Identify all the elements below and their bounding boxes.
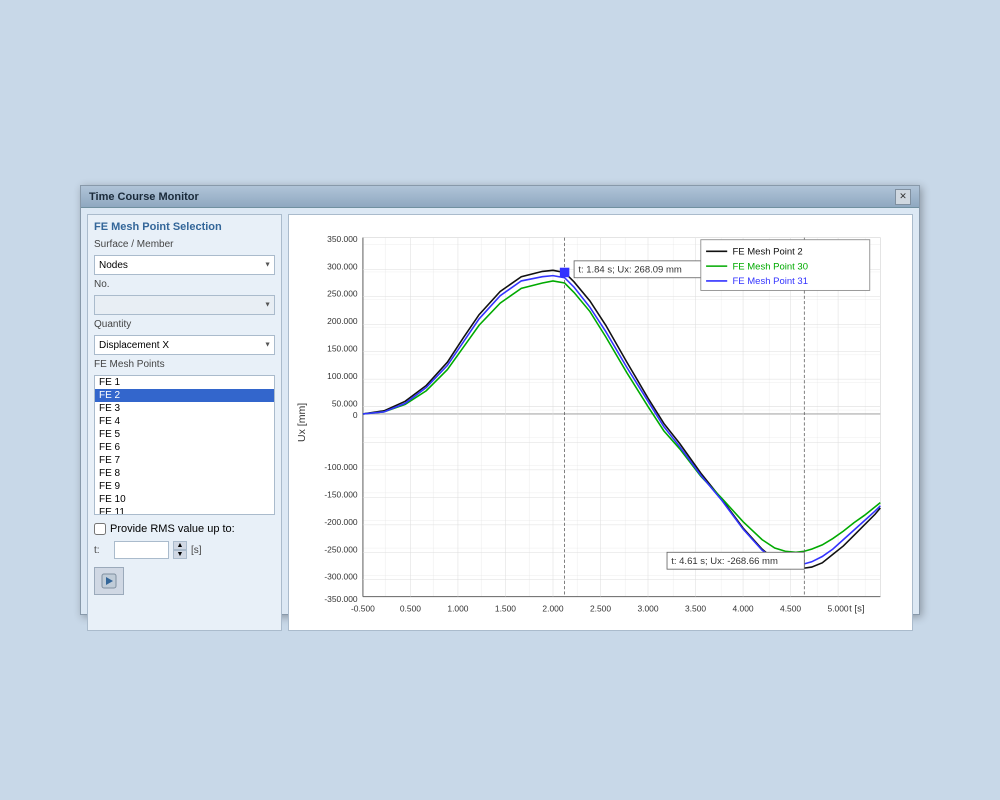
quantity-wrapper: Displacement X xyxy=(94,335,275,355)
svg-text:3.500: 3.500 xyxy=(685,603,706,613)
svg-text:2.000: 2.000 xyxy=(542,603,563,613)
fe-list-item[interactable]: FE 6 xyxy=(95,441,274,454)
fe-list-item[interactable]: FE 8 xyxy=(95,467,274,480)
fe-list-item[interactable]: FE 2 xyxy=(95,389,274,402)
svg-text:200.000: 200.000 xyxy=(327,316,358,326)
svg-text:FE Mesh Point 30: FE Mesh Point 30 xyxy=(732,261,808,272)
fe-mesh-points-label: FE Mesh Points xyxy=(94,359,275,370)
svg-text:100.000: 100.000 xyxy=(327,371,358,381)
fe-list-item[interactable]: FE 3 xyxy=(95,402,274,415)
chart-svg: 350.000 300.000 250.000 200.000 150.000 … xyxy=(289,215,912,630)
no-label: No. xyxy=(94,279,275,290)
svg-text:t: 4.61 s; Ux: -268.66 mm: t: 4.61 s; Ux: -268.66 mm xyxy=(671,556,778,567)
svg-text:0.500: 0.500 xyxy=(400,603,421,613)
fe-list-item[interactable]: FE 11 xyxy=(95,506,274,515)
s-unit: [s] xyxy=(191,545,202,556)
svg-text:150.000: 150.000 xyxy=(327,344,358,354)
rms-input[interactable] xyxy=(114,541,169,559)
no-wrapper xyxy=(94,295,275,315)
svg-text:5.000: 5.000 xyxy=(828,603,849,613)
fe-list-item[interactable]: FE 10 xyxy=(95,493,274,506)
main-window: Time Course Monitor ✕ FE Mesh Point Sele… xyxy=(80,185,920,615)
svg-text:250.000: 250.000 xyxy=(327,289,358,299)
svg-text:-300.000: -300.000 xyxy=(324,572,358,582)
fe-list-item[interactable]: FE 5 xyxy=(95,428,274,441)
svg-text:t: 1.84 s; Ux: 268.09 mm: t: 1.84 s; Ux: 268.09 mm xyxy=(578,264,682,275)
svg-text:3.000: 3.000 xyxy=(637,603,658,613)
svg-text:2.500: 2.500 xyxy=(590,603,611,613)
svg-text:FE Mesh Point 2: FE Mesh Point 2 xyxy=(732,247,802,258)
close-button[interactable]: ✕ xyxy=(895,189,911,205)
chart-area: 350.000 300.000 250.000 200.000 150.000 … xyxy=(288,214,913,631)
svg-text:-100.000: -100.000 xyxy=(324,462,358,472)
fe-mesh-points-list[interactable]: FE 1FE 2FE 3FE 4FE 5FE 6FE 7FE 8FE 9FE 1… xyxy=(94,375,275,515)
svg-text:Ux [mm]: Ux [mm] xyxy=(296,403,308,442)
svg-text:-150.000: -150.000 xyxy=(324,489,358,499)
svg-text:350.000: 350.000 xyxy=(327,234,358,244)
svg-text:-350.000: -350.000 xyxy=(324,594,358,604)
surface-member-wrapper: Nodes xyxy=(94,255,275,275)
svg-text:FE Mesh Point 31: FE Mesh Point 31 xyxy=(732,276,808,287)
left-panel: FE Mesh Point Selection Surface / Member… xyxy=(87,214,282,631)
spinner-up[interactable]: ▲ xyxy=(173,541,187,550)
quantity-label: Quantity xyxy=(94,319,275,330)
svg-text:-250.000: -250.000 xyxy=(324,544,358,554)
quantity-select[interactable]: Displacement X xyxy=(94,335,275,355)
title-bar: Time Course Monitor ✕ xyxy=(81,186,919,208)
fe-list-item[interactable]: FE 9 xyxy=(95,480,274,493)
section-title: FE Mesh Point Selection xyxy=(94,221,275,233)
svg-text:-0.500: -0.500 xyxy=(351,603,375,613)
surface-member-label: Surface / Member xyxy=(94,239,275,250)
svg-text:0: 0 xyxy=(353,410,358,420)
spinner-down[interactable]: ▼ xyxy=(173,550,187,559)
fe-list-item[interactable]: FE 7 xyxy=(95,454,274,467)
action-button[interactable] xyxy=(94,567,124,595)
content-area: FE Mesh Point Selection Surface / Member… xyxy=(81,208,919,637)
svg-text:4.500: 4.500 xyxy=(780,603,801,613)
fe-list-item[interactable]: FE 4 xyxy=(95,415,274,428)
surface-member-select[interactable]: Nodes xyxy=(94,255,275,275)
svg-text:300.000: 300.000 xyxy=(327,261,358,271)
svg-text:1.500: 1.500 xyxy=(495,603,516,613)
svg-text:50.000: 50.000 xyxy=(332,399,358,409)
svg-text:1.000: 1.000 xyxy=(447,603,468,613)
svg-text:-200.000: -200.000 xyxy=(324,517,358,527)
rms-checkbox-row: Provide RMS value up to: xyxy=(94,523,275,535)
spinner: ▲ ▼ xyxy=(173,541,187,559)
rms-row: t: ▲ ▼ [s] xyxy=(94,541,275,559)
no-select[interactable] xyxy=(94,295,275,315)
rms-checkbox-label: Provide RMS value up to: xyxy=(110,523,235,535)
play-icon xyxy=(100,572,118,590)
rms-checkbox[interactable] xyxy=(94,523,106,535)
fe-list-item[interactable]: FE 1 xyxy=(95,376,274,389)
svg-text:t [s]: t [s] xyxy=(849,603,864,614)
svg-text:4.000: 4.000 xyxy=(732,603,753,613)
window-title: Time Course Monitor xyxy=(89,191,199,203)
t-label: t: xyxy=(94,545,110,556)
